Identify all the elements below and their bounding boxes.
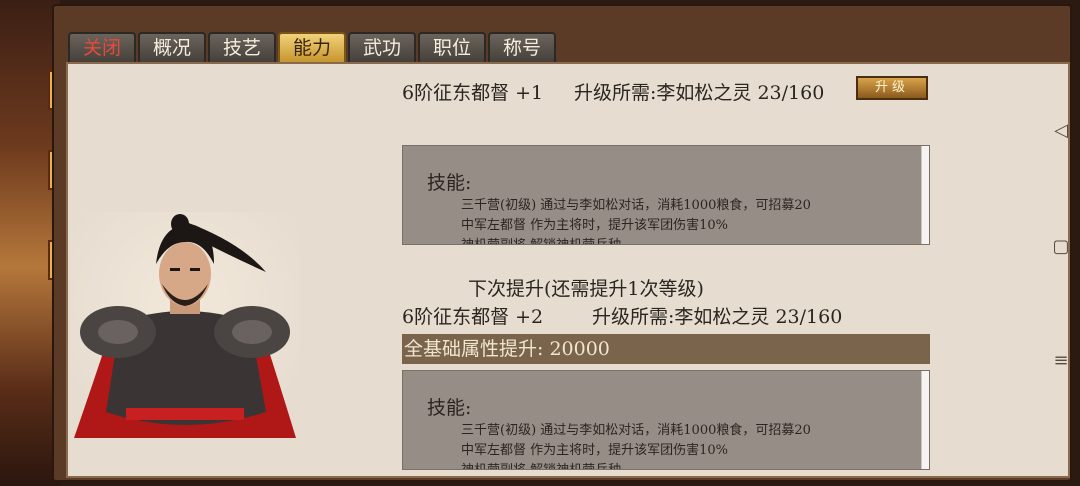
tab-overview[interactable]: 概况 xyxy=(138,32,206,62)
tab-close[interactable]: 关闭 xyxy=(68,32,136,62)
skills-scrollbar[interactable] xyxy=(921,146,929,244)
skills-scrollbar[interactable] xyxy=(921,371,929,469)
tab-ability[interactable]: 能力 xyxy=(278,32,346,62)
skill-line: 中军左都督 作为主将时，提升该军团伤害10% xyxy=(461,443,729,458)
game-background-left xyxy=(0,0,64,486)
back-icon[interactable]: ◁ xyxy=(1052,120,1070,141)
home-icon[interactable]: ▢ xyxy=(1052,236,1070,257)
upgrade-button[interactable]: 升级 xyxy=(856,76,928,100)
general-portrait xyxy=(70,212,300,438)
tab-position[interactable]: 职位 xyxy=(418,32,486,62)
attribute-bonus-bar: 全基础属性提升: 20000 xyxy=(402,334,930,364)
skill-line: 三千营(初级) 通过与李如松对话，消耗1000粮食，可招募20 xyxy=(461,423,811,438)
skill-line: 神机营副将 解锁神机营兵种 xyxy=(461,234,621,244)
skill-line: 三千营(初级) 通过与李如松对话，消耗1000粮食，可招募20 xyxy=(461,198,811,213)
skill-line: 神机营副将 解锁神机营兵种 xyxy=(461,459,621,469)
tab-bar: 关闭 概况 技艺 能力 武功 职位 称号 xyxy=(68,32,556,64)
next-upgrade-heading: 下次提升(还需提升1次等级) xyxy=(468,278,704,300)
next-requirement: 升级所需:李如松之灵 23/160 xyxy=(592,306,843,328)
tab-skills[interactable]: 技艺 xyxy=(208,32,276,62)
current-requirement: 升级所需:李如松之灵 23/160 xyxy=(574,82,825,104)
tab-martial[interactable]: 武功 xyxy=(348,32,416,62)
tab-title[interactable]: 称号 xyxy=(488,32,556,62)
current-rank: 6阶征东都督 +1 xyxy=(402,82,544,104)
menu-icon[interactable]: ≡ xyxy=(1052,350,1070,371)
next-rank: 6阶征东都督 +2 xyxy=(402,306,544,328)
skills-label: 技能: xyxy=(427,172,472,194)
next-skills-box[interactable]: 技能: 三千营(初级) 通过与李如松对话，消耗1000粮食，可招募20 中军左都… xyxy=(402,370,930,470)
skills-label: 技能: xyxy=(427,397,472,419)
skill-line: 中军左都督 作为主将时，提升该军团伤害10% xyxy=(461,218,729,233)
current-skills-box[interactable]: 技能: 三千营(初级) 通过与李如松对话，消耗1000粮食，可招募20 中军左都… xyxy=(402,145,930,245)
